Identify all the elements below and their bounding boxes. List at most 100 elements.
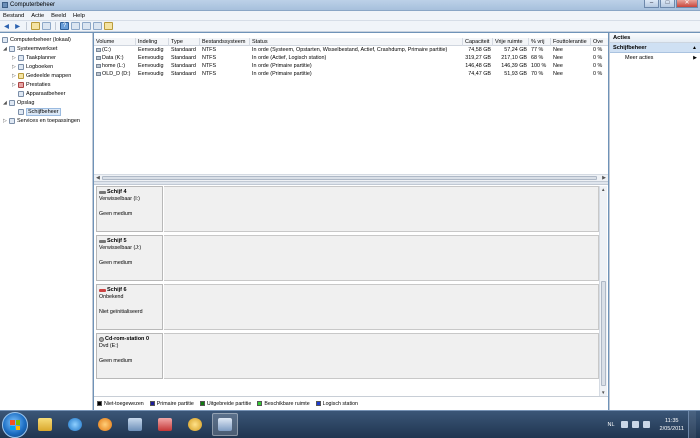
scroll-thumb[interactable] — [102, 176, 597, 180]
legend-swatch — [199, 401, 205, 406]
cell-filesystem: NTFS — [202, 55, 217, 61]
tree-label: Gedeelde mappen — [26, 73, 72, 79]
cell-percent-free: 70 % — [531, 71, 544, 77]
table-row[interactable]: OLD_D (D:) Eenvoudig Standaard NTFS In o… — [94, 70, 608, 78]
expand-arrow-icon[interactable]: ▷ — [12, 64, 17, 70]
scroll-down-icon[interactable]: ▼ — [601, 390, 605, 395]
pane-splitter[interactable] — [94, 181, 608, 185]
tree-item-taakplanner[interactable]: ▷ Taakplanner — [12, 54, 56, 62]
column-header-indeling[interactable]: Indeling — [136, 38, 169, 46]
disk-partition-area[interactable] — [164, 235, 599, 281]
table-row[interactable]: (C:) Eenvoudig Standaard NTFS In orde (S… — [94, 46, 608, 54]
column-header-type[interactable]: Type — [169, 38, 200, 46]
properties-icon[interactable] — [71, 22, 80, 30]
column-header-fouttolerantie[interactable]: Fouttolerantie — [551, 38, 591, 46]
column-header-volume[interactable]: Volume — [94, 38, 136, 46]
show-desktop-button[interactable] — [688, 411, 696, 438]
disk-label[interactable]: Schijf 6 Onbekend Niet geïnitialiseerd — [96, 284, 163, 330]
computer-management-icon — [2, 2, 8, 8]
taskbar-app-2[interactable] — [152, 413, 178, 436]
start-button[interactable] — [2, 412, 28, 438]
column-header-capaciteit[interactable]: Capaciteit — [463, 38, 493, 46]
scroll-up-icon[interactable]: ▲ — [601, 187, 605, 192]
refresh-icon[interactable] — [82, 22, 91, 30]
export-list-icon[interactable] — [93, 22, 102, 30]
column-header-status[interactable]: Status — [250, 38, 463, 46]
disk-row-schijf-4[interactable]: Schijf 4 Verwisselbaar (I:) Geen medium — [94, 186, 599, 232]
network-tray-icon[interactable] — [631, 421, 639, 428]
cell-fault-tolerance: Nee — [553, 55, 563, 61]
help-icon[interactable]: ? — [60, 22, 69, 30]
column-header-bestandssysteem[interactable]: Bestandssysteem — [200, 38, 250, 46]
horizontal-scrollbar[interactable]: ◀ ▶ — [94, 174, 608, 181]
tree-item-opslag[interactable]: ◢ Opslag — [3, 99, 34, 107]
volume-tray-icon[interactable] — [642, 421, 650, 428]
taskbar-app-3[interactable] — [182, 413, 208, 436]
disk-label[interactable]: Schijf 4 Verwisselbaar (I:) Geen medium — [96, 186, 163, 232]
taskbar-internet-explorer[interactable] — [62, 413, 88, 436]
expand-arrow-icon[interactable]: ▷ — [3, 118, 8, 124]
vertical-scrollbar[interactable]: ▲ ▼ — [599, 186, 607, 396]
maximize-button[interactable]: □ — [660, 0, 675, 8]
tree-item-services[interactable]: ▷ Services en toepassingen — [3, 117, 80, 125]
more-actions-item[interactable]: Meer acties ▶ — [610, 53, 700, 63]
up-folder-icon[interactable] — [31, 22, 40, 30]
more-actions-label: Meer acties — [625, 55, 654, 61]
disk-partition-area[interactable] — [164, 284, 599, 330]
scroll-thumb[interactable] — [601, 281, 606, 386]
tree-item-logboeken[interactable]: ▷ Logboeken — [12, 63, 53, 71]
disk-row-schijf-6[interactable]: Schijf 6 Onbekend Niet geïnitialiseerd — [94, 284, 599, 330]
cell-overhead: 0 % — [593, 71, 603, 77]
column-header-procent-vrij[interactable]: % vrij — [529, 38, 551, 46]
submenu-arrow-icon: ▶ — [693, 55, 697, 61]
back-arrow-icon[interactable]: ◀ — [2, 22, 11, 30]
collapse-up-icon[interactable]: ▲ — [692, 43, 697, 53]
expand-arrow-icon[interactable]: ▷ — [12, 73, 17, 79]
taskbar-media-player[interactable] — [92, 413, 118, 436]
tree-item-schijfbeheer[interactable]: Schijfbeheer — [18, 108, 61, 116]
menu-beeld[interactable]: Beeld — [51, 13, 66, 19]
forward-arrow-icon[interactable]: ▶ — [13, 22, 22, 30]
checklist-icon[interactable] — [104, 22, 113, 30]
tree-item-prestaties[interactable]: ▷ Prestaties — [12, 81, 50, 89]
legend-item: Logisch station — [315, 401, 358, 407]
table-row[interactable]: Data (K:) Eenvoudig Standaard NTFS In or… — [94, 54, 608, 62]
actions-section-schijfbeheer[interactable]: Schijfbeheer ▲ — [610, 43, 700, 53]
cell-fault-tolerance: Nee — [553, 63, 563, 69]
cell-type: Standaard — [171, 63, 196, 69]
cell-indeling: Eenvoudig — [138, 71, 164, 77]
disk-row-schijf-5[interactable]: Schijf 5 Verwisselbaar (J:) Geen medium — [94, 235, 599, 281]
column-header-overhead[interactable]: Ove — [591, 38, 608, 46]
tree-item-root[interactable]: Computerbeheer (lokaal) — [2, 36, 71, 44]
disk-label[interactable]: Schijf 5 Verwisselbaar (J:) Geen medium — [96, 235, 163, 281]
collapse-arrow-icon[interactable]: ◢ — [3, 100, 8, 106]
minimize-button[interactable]: – — [644, 0, 659, 8]
taskbar-computerbeheer[interactable] — [212, 413, 238, 436]
collapse-arrow-icon[interactable]: ◢ — [3, 46, 8, 52]
system-tray: NL 11:35 2/05/2011 — [607, 411, 700, 438]
taskbar-explorer[interactable] — [32, 413, 58, 436]
disk-row-cdrom-0[interactable]: Cd-rom-station 0 Dvd (E:) Geen medium — [94, 333, 599, 379]
clock[interactable]: 11:35 2/05/2011 — [660, 417, 684, 433]
tree-item-gedeelde-mappen[interactable]: ▷ Gedeelde mappen — [12, 72, 71, 80]
language-indicator[interactable]: NL — [607, 422, 614, 428]
tree-item-systeemwerkset[interactable]: ◢ Systeemwerkset — [3, 45, 57, 53]
table-row[interactable]: home (L:) Eenvoudig Standaard NTFS In or… — [94, 62, 608, 70]
disk-label[interactable]: Cd-rom-station 0 Dvd (E:) Geen medium — [96, 333, 163, 379]
menu-actie[interactable]: Actie — [31, 13, 44, 19]
disk-icon — [99, 239, 106, 243]
tree-item-apparaatbeheer[interactable]: Apparaatbeheer — [18, 90, 65, 98]
close-button[interactable]: ✕ — [676, 0, 698, 8]
menu-help[interactable]: Help — [73, 13, 85, 19]
console-tree-icon[interactable] — [42, 22, 51, 30]
expand-arrow-icon[interactable]: ▷ — [12, 55, 17, 61]
cell-capacity: 146,48 GB — [465, 63, 491, 69]
disk-management-icon — [18, 109, 24, 115]
show-hidden-icons-icon[interactable] — [620, 421, 628, 428]
expand-arrow-icon[interactable]: ▷ — [12, 82, 17, 88]
taskbar-app-1[interactable] — [122, 413, 148, 436]
disk-partition-area[interactable] — [164, 186, 599, 232]
column-header-vrije-ruimte[interactable]: Vrije ruimte — [493, 38, 529, 46]
menu-bestand[interactable]: Bestand — [3, 13, 24, 19]
disk-partition-area[interactable] — [164, 333, 599, 379]
